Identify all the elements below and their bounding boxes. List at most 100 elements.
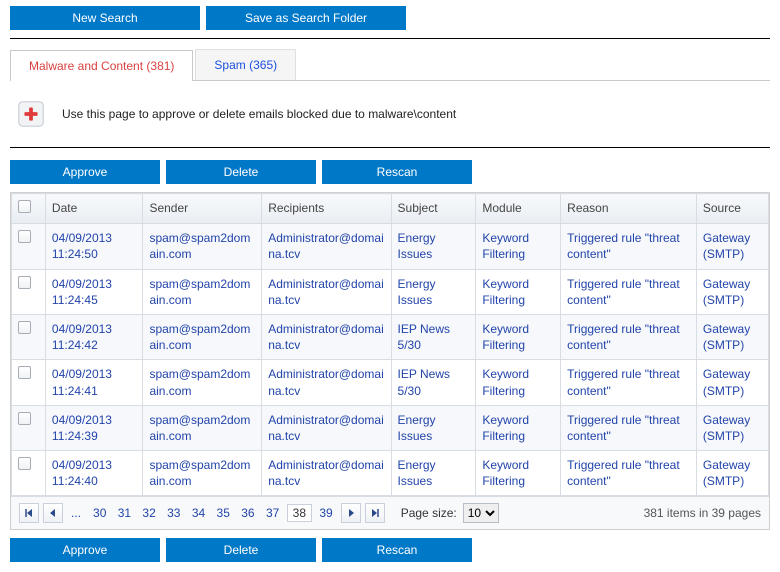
cell: Keyword Filtering	[476, 314, 561, 359]
col-recipients[interactable]: Recipients	[262, 194, 391, 224]
rescan-button-bottom[interactable]: Rescan	[322, 538, 472, 562]
cell: spam@spam2domain.com	[143, 451, 262, 496]
cell: Keyword Filtering	[476, 360, 561, 405]
page-link-38[interactable]: 38	[287, 504, 312, 522]
table-row[interactable]: 04/09/2013 11:24:50spam@spam2domain.comA…	[12, 224, 769, 269]
cell: Administrator@domaina.tcv	[262, 269, 391, 314]
info-strip: Use this page to approve or delete email…	[10, 81, 770, 148]
row-checkbox-cell	[12, 224, 46, 269]
cell: Triggered rule "threat content"	[561, 224, 697, 269]
cell: Gateway (SMTP)	[696, 224, 768, 269]
cell: Keyword Filtering	[476, 269, 561, 314]
cell: spam@spam2domain.com	[143, 314, 262, 359]
page-link-32[interactable]: 32	[138, 506, 159, 520]
delete-button-top[interactable]: Delete	[166, 160, 316, 184]
page-link-33[interactable]: 33	[163, 506, 184, 520]
pager-prev-button[interactable]	[43, 503, 63, 523]
cell: spam@spam2domain.com	[143, 360, 262, 405]
results-table: Date Sender Recipients Subject Module Re…	[11, 193, 769, 496]
pager-first-button[interactable]	[19, 503, 39, 523]
row-checkbox[interactable]	[18, 366, 31, 379]
cell: 04/09/2013 11:24:40	[45, 451, 143, 496]
cell: Triggered rule "threat content"	[561, 405, 697, 450]
row-checkbox[interactable]	[18, 321, 31, 334]
cell: spam@spam2domain.com	[143, 224, 262, 269]
cell: 04/09/2013 11:24:39	[45, 405, 143, 450]
cell: Energy Issues	[391, 451, 476, 496]
cell: Keyword Filtering	[476, 451, 561, 496]
divider	[10, 38, 770, 39]
pager-next-button[interactable]	[341, 503, 361, 523]
cell: Administrator@domaina.tcv	[262, 405, 391, 450]
row-checkbox-cell	[12, 269, 46, 314]
table-row[interactable]: 04/09/2013 11:24:45spam@spam2domain.comA…	[12, 269, 769, 314]
row-checkbox[interactable]	[18, 230, 31, 243]
col-source[interactable]: Source	[696, 194, 768, 224]
cell: Gateway (SMTP)	[696, 360, 768, 405]
tabbar: Malware and Content (381)Spam (365)	[10, 49, 770, 81]
cell: Keyword Filtering	[476, 224, 561, 269]
page-link-30[interactable]: 30	[89, 506, 110, 520]
row-checkbox[interactable]	[18, 412, 31, 425]
row-checkbox-cell	[12, 360, 46, 405]
page-link-37[interactable]: 37	[262, 506, 283, 520]
cell: 04/09/2013 11:24:41	[45, 360, 143, 405]
cell: Energy Issues	[391, 224, 476, 269]
cell: Gateway (SMTP)	[696, 405, 768, 450]
cell: IEP News 5/30	[391, 314, 476, 359]
new-search-button[interactable]: New Search	[10, 6, 200, 30]
cell: Triggered rule "threat content"	[561, 269, 697, 314]
header-checkbox-cell	[12, 194, 46, 224]
table-row[interactable]: 04/09/2013 11:24:41spam@spam2domain.comA…	[12, 360, 769, 405]
table-row[interactable]: 04/09/2013 11:24:39spam@spam2domain.comA…	[12, 405, 769, 450]
page-link-35[interactable]: 35	[213, 506, 234, 520]
cell: 04/09/2013 11:24:45	[45, 269, 143, 314]
cell: spam@spam2domain.com	[143, 269, 262, 314]
cell: Gateway (SMTP)	[696, 314, 768, 359]
info-text: Use this page to approve or delete email…	[62, 107, 456, 121]
table-row[interactable]: 04/09/2013 11:24:42spam@spam2domain.comA…	[12, 314, 769, 359]
row-checkbox-cell	[12, 314, 46, 359]
page-link-31[interactable]: 31	[114, 506, 135, 520]
approve-button-top[interactable]: Approve	[10, 160, 160, 184]
pager-totals: 381 items in 39 pages	[644, 506, 761, 520]
cell: Triggered rule "threat content"	[561, 360, 697, 405]
col-date[interactable]: Date	[45, 194, 143, 224]
page-size-select[interactable]: 10	[463, 503, 499, 523]
save-as-search-folder-button[interactable]: Save as Search Folder	[206, 6, 406, 30]
pager: ... 30 31 32 33 34 35 36 37 38 39 Page s…	[11, 496, 769, 529]
col-reason[interactable]: Reason	[561, 194, 697, 224]
cell: IEP News 5/30	[391, 360, 476, 405]
page-link-39[interactable]: 39	[315, 506, 336, 520]
cell: 04/09/2013 11:24:50	[45, 224, 143, 269]
cell: Energy Issues	[391, 405, 476, 450]
select-all-checkbox[interactable]	[18, 200, 31, 213]
cell: Administrator@domaina.tcv	[262, 360, 391, 405]
row-checkbox-cell	[12, 451, 46, 496]
row-checkbox[interactable]	[18, 457, 31, 470]
cell: Administrator@domaina.tcv	[262, 451, 391, 496]
approve-button-bottom[interactable]: Approve	[10, 538, 160, 562]
results-table-wrap: Date Sender Recipients Subject Module Re…	[10, 192, 770, 530]
cell: Keyword Filtering	[476, 405, 561, 450]
col-sender[interactable]: Sender	[143, 194, 262, 224]
delete-button-bottom[interactable]: Delete	[166, 538, 316, 562]
row-checkbox[interactable]	[18, 276, 31, 289]
col-module[interactable]: Module	[476, 194, 561, 224]
tab-1[interactable]: Spam (365)	[195, 49, 296, 80]
cell: Energy Issues	[391, 269, 476, 314]
cell: spam@spam2domain.com	[143, 405, 262, 450]
cell: Gateway (SMTP)	[696, 451, 768, 496]
table-row[interactable]: 04/09/2013 11:24:40spam@spam2domain.comA…	[12, 451, 769, 496]
cell: Triggered rule "threat content"	[561, 314, 697, 359]
page-link-34[interactable]: 34	[188, 506, 209, 520]
pager-ellipsis[interactable]: ...	[67, 506, 85, 520]
rescan-button-top[interactable]: Rescan	[322, 160, 472, 184]
cell: Gateway (SMTP)	[696, 269, 768, 314]
cell: Triggered rule "threat content"	[561, 451, 697, 496]
col-subject[interactable]: Subject	[391, 194, 476, 224]
page-link-36[interactable]: 36	[237, 506, 258, 520]
cell: 04/09/2013 11:24:42	[45, 314, 143, 359]
tab-0[interactable]: Malware and Content (381)	[10, 50, 193, 81]
pager-last-button[interactable]	[365, 503, 385, 523]
